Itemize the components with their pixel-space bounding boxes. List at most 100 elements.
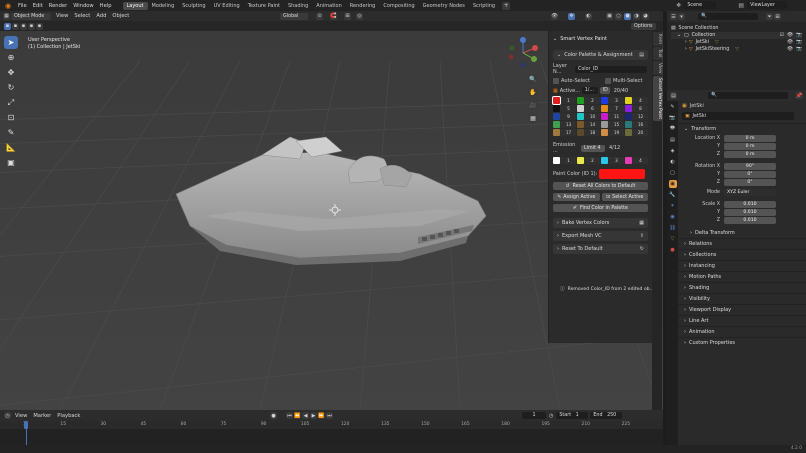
palette-color-11[interactable]: 11 <box>601 113 624 120</box>
shading-material-icon[interactable]: ◑ <box>633 12 640 20</box>
object-menu[interactable]: Object <box>109 13 132 19</box>
palette-color-3[interactable]: 3 <box>601 157 624 164</box>
collection-camera-icon[interactable]: 📷 <box>796 33 802 38</box>
view-layer-selector[interactable]: ViewLayer <box>747 1 788 9</box>
sidebar-tab-item[interactable]: Item <box>653 32 662 46</box>
scene-collection-row[interactable]: ▤ Scene Collection <box>671 25 802 32</box>
outliner-item-jetski[interactable]: › ▽ JetSki ▽ 👁 📷 <box>671 39 802 46</box>
modifiers-tab-icon[interactable]: 🔧 <box>669 191 677 199</box>
tab-rendering[interactable]: Rendering <box>346 2 380 10</box>
scale-x-field[interactable]: 0.010 <box>724 200 776 208</box>
tab-uv-editing[interactable]: UV Editing <box>210 2 244 10</box>
palette-color-12[interactable]: 12 <box>625 113 648 120</box>
timeline-editor-icon[interactable]: ◷ <box>4 412 11 419</box>
properties-editor-icon[interactable]: ▤ <box>670 92 677 99</box>
tab-layout[interactable]: Layout <box>122 1 148 10</box>
timeline-ruler[interactable]: 1153045607590105120135150165180195210225 <box>0 421 663 429</box>
collection-tab-icon[interactable]: ▢ <box>669 169 677 177</box>
location-z-field[interactable]: 0 m <box>724 150 776 158</box>
section-visibility[interactable]: › Visibility <box>678 293 806 304</box>
palette-color-20[interactable]: 20 <box>625 129 648 136</box>
tab-texture-paint[interactable]: Texture Paint <box>244 2 284 10</box>
menu-edit[interactable]: Edit <box>30 3 46 9</box>
select-mode-extend-icon[interactable]: ▪ <box>12 22 19 30</box>
select-mode-new-icon[interactable]: ▪ <box>4 22 11 30</box>
start-frame-field[interactable]: Start 1 <box>556 412 589 419</box>
palette-color-7[interactable]: 7 <box>601 105 624 112</box>
constraints-tab-icon[interactable]: ⛓ <box>669 224 677 232</box>
play-reverse-icon[interactable]: ◀ <box>302 412 309 419</box>
view-menu[interactable]: View <box>53 13 71 19</box>
location-x-field[interactable]: 0 m <box>724 134 776 142</box>
limit-field[interactable]: Limit 4 <box>581 144 605 152</box>
location-y-field[interactable]: 0 m <box>724 142 776 150</box>
measure-tool-icon[interactable]: 📐 <box>4 141 18 154</box>
section-animation[interactable]: › Animation <box>678 326 806 337</box>
tab-scripting[interactable]: Scripting <box>469 2 499 10</box>
section-motion-paths[interactable]: › Motion Paths <box>678 271 806 282</box>
annotate-tool-icon[interactable]: ✎ <box>4 126 18 139</box>
palette-color-8[interactable]: 8 <box>625 105 648 112</box>
export-mesh-vc-section[interactable]: › Export Mesh VC ⇪ <box>553 231 648 241</box>
filter-icon[interactable]: ⏷ <box>766 13 773 20</box>
palette-color-6[interactable]: 6 <box>577 105 600 112</box>
select-box-tool-icon[interactable]: ➤ <box>4 36 18 49</box>
object-name-field[interactable]: ▣ JetSki <box>682 112 794 120</box>
tab-compositing[interactable]: Compositing <box>379 2 418 10</box>
jetski-visibility-icon[interactable]: 👁 <box>787 40 793 45</box>
rotate-tool-icon[interactable]: ↻ <box>4 81 18 94</box>
select-menu[interactable]: Select <box>71 13 93 19</box>
physics-tab-icon[interactable]: ◉ <box>669 213 677 221</box>
outliner-editor-icon[interactable]: ☰ <box>670 13 677 20</box>
snap-target-icon[interactable]: ⊞ <box>344 12 351 20</box>
assign-active-button[interactable]: ✎ Assign Active <box>553 193 600 201</box>
palette-color-1[interactable]: 1 <box>553 157 576 164</box>
palette-color-17[interactable]: 17 <box>553 129 576 136</box>
delta-transform-section[interactable]: › Delta Transform <box>678 227 806 238</box>
pan-hand-icon[interactable]: ✋ <box>528 87 538 97</box>
palette-color-18[interactable]: 18 <box>577 129 600 136</box>
palette-color-3[interactable]: 3 <box>601 97 624 104</box>
jetskisteering-visibility-icon[interactable]: 👁 <box>787 47 793 52</box>
tab-geometry-nodes[interactable]: Geometry Nodes <box>419 2 469 10</box>
scene-icon[interactable]: ❖ <box>676 2 681 9</box>
prev-key-icon[interactable]: ⏪ <box>294 412 301 419</box>
timeline-playback-menu[interactable]: Playback <box>54 413 83 419</box>
tab-animation[interactable]: Animation <box>312 2 346 10</box>
collection-row[interactable]: ⌄ ▢ Collection ☑ 👁 📷 <box>671 32 802 39</box>
reset-to-default-section[interactable]: › Reset To Default ↻ <box>553 244 648 254</box>
timeline-area[interactable]: 1153045607590105120135150165180195210225 <box>0 421 663 445</box>
editor-type-icon[interactable]: ▦ <box>3 12 10 20</box>
scene-tab-icon[interactable]: ◈ <box>669 147 677 155</box>
palette-color-2[interactable]: 2 <box>577 97 600 104</box>
jetskisteering-camera-icon[interactable]: 📷 <box>796 47 802 52</box>
scene-selector[interactable]: Scene <box>684 1 717 9</box>
display-mode-icon[interactable]: ▾ <box>678 13 685 20</box>
palette-color-19[interactable]: 19 <box>601 129 624 136</box>
sidebar-tab-smart-vertex-paint[interactable]: Smart Vertex Paint <box>653 75 662 122</box>
palette-color-14[interactable]: 14 <box>577 121 600 128</box>
scale-z-field[interactable]: 0.010 <box>724 216 776 224</box>
render-tab-icon[interactable]: 📷 <box>669 114 677 122</box>
shading-wireframe-icon[interactable]: ○ <box>615 12 622 20</box>
shading-rendered-icon[interactable]: ◕ <box>642 12 649 20</box>
select-mode-intersect-icon[interactable]: ▪ <box>36 22 43 30</box>
tool-tab-icon[interactable]: ✎ <box>669 103 677 111</box>
playhead[interactable] <box>24 421 28 429</box>
outliner-search-input[interactable]: 🔍 <box>698 13 758 20</box>
jump-start-icon[interactable]: ⏮ <box>286 412 293 419</box>
reset-colors-button[interactable]: ↺ Reset All Colors to Default <box>553 182 648 190</box>
current-frame-field[interactable]: 1 <box>522 412 546 419</box>
palette-color-16[interactable]: 16 <box>625 121 648 128</box>
id-toggle[interactable]: ID <box>599 87 610 94</box>
world-tab-icon[interactable]: ◐ <box>669 158 677 166</box>
collection-checkbox-icon[interactable]: ☑ <box>780 33 784 38</box>
timeline-view-menu[interactable]: View <box>12 413 30 419</box>
sidebar-tab-tool[interactable]: Tool <box>653 47 662 60</box>
gizmo-icon[interactable]: ✥ <box>568 12 575 20</box>
select-mode-invert-icon[interactable]: ▪ <box>28 22 35 30</box>
transform-orientation-selector[interactable]: Global <box>280 12 308 20</box>
scale-tool-icon[interactable]: ⤢ <box>4 96 18 109</box>
data-tab-icon[interactable]: ▽ <box>669 235 677 243</box>
shading-solid-icon[interactable]: ● <box>624 12 631 20</box>
